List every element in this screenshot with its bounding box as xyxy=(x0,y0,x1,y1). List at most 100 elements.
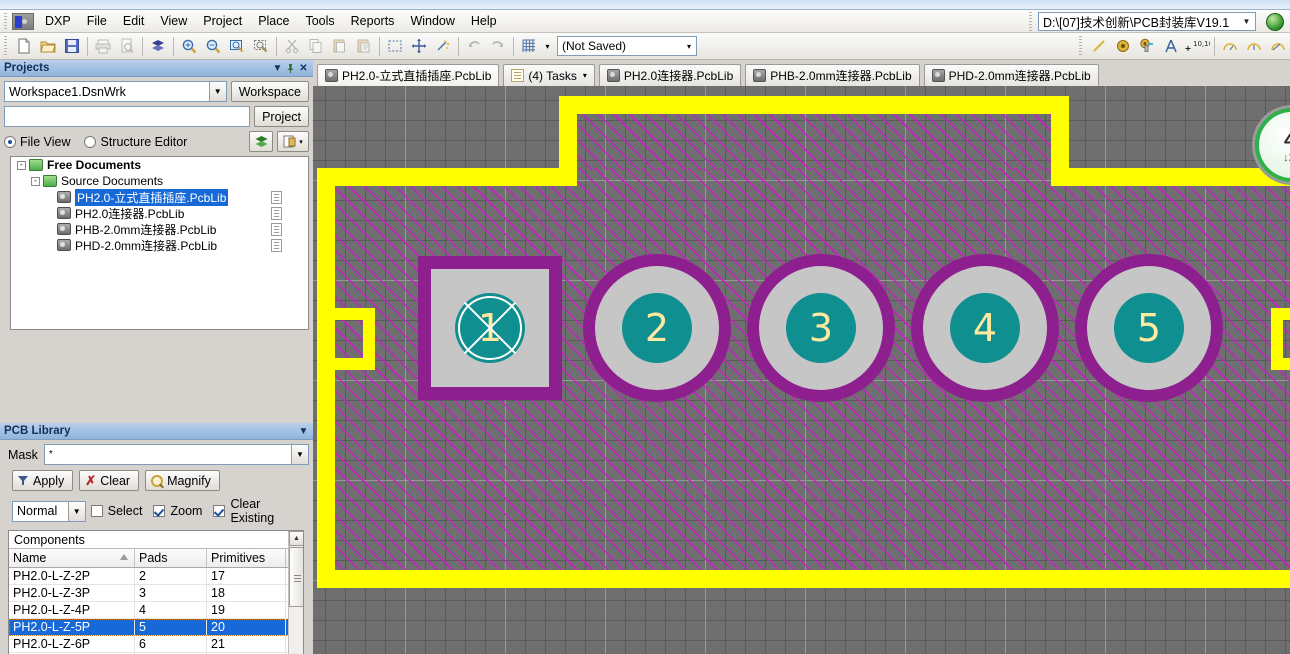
pcb-canvas[interactable]: 1 2 3 4 5 ↓ xyxy=(313,86,1290,654)
chevron-down-icon[interactable]: ▼ xyxy=(1240,17,1253,26)
apply-button[interactable]: Apply xyxy=(12,470,74,491)
save-icon[interactable] xyxy=(60,35,84,58)
pad-3[interactable]: 3 xyxy=(747,254,895,402)
tree-node-ph20-lishi-zhicha-chazuo[interactable]: PH2.0-立式直插插座.PcbLib xyxy=(11,188,308,206)
place-pad-icon[interactable] xyxy=(1111,35,1135,58)
document-selector-combobox[interactable]: (Not Saved) ▾ xyxy=(557,36,697,56)
tree-node-ph20-lianjieqi[interactable]: PH2.0连接器.PcbLib xyxy=(11,205,308,221)
place-arc-edge-icon[interactable] xyxy=(1242,35,1266,58)
zoom-in-icon[interactable] xyxy=(177,35,201,58)
scrollbar-thumb[interactable] xyxy=(289,547,303,607)
tab-phd-20mm-lianjieqi[interactable]: PHD-2.0mm连接器.PcbLib xyxy=(923,64,1099,86)
pcblib-icon xyxy=(931,69,945,82)
grid-icon[interactable] xyxy=(517,35,541,58)
scroll-up-button[interactable]: ▲ xyxy=(289,531,303,546)
column-header-pads[interactable]: Pads xyxy=(135,549,207,567)
expander-icon[interactable]: - xyxy=(17,160,26,170)
layers-icon[interactable] xyxy=(146,35,170,58)
project-input[interactable] xyxy=(4,106,251,127)
table-row-selected[interactable]: PH2.0-L-Z-5P 5 20 xyxy=(9,619,303,636)
place-string-icon[interactable] xyxy=(1159,35,1183,58)
tree-node-free-documents[interactable]: - Free Documents xyxy=(11,157,308,173)
menu-window[interactable]: Window xyxy=(402,11,462,32)
draw-toolbar-grip[interactable] xyxy=(1077,36,1085,56)
new-document-icon[interactable] xyxy=(12,35,36,58)
menu-project[interactable]: Project xyxy=(195,11,250,32)
project-reports-icon[interactable]: ▾ xyxy=(277,131,309,152)
column-header-primitives[interactable]: Primitives xyxy=(207,549,286,567)
tab-ph20-lianjieqi[interactable]: PH2.0连接器.PcbLib xyxy=(598,64,742,86)
clear-button[interactable]: ✗ Clear xyxy=(79,470,140,491)
path-toolbar-grip[interactable] xyxy=(1027,12,1034,31)
panel-menu-icon[interactable]: ▼ xyxy=(297,425,310,438)
pad-5[interactable]: 5 xyxy=(1075,254,1223,402)
chevron-down-icon[interactable]: ▼ xyxy=(291,445,308,464)
menu-tools[interactable]: Tools xyxy=(297,11,342,32)
place-coordinate-icon[interactable]: 10,10 xyxy=(1183,35,1211,58)
zoom-out-icon[interactable] xyxy=(201,35,225,58)
menu-edit[interactable]: Edit xyxy=(115,11,153,32)
select-area-icon[interactable] xyxy=(383,35,407,58)
menu-drag-grip[interactable] xyxy=(2,12,9,30)
table-row[interactable]: PH2.0-L-Z-2P 2 17 xyxy=(9,568,303,585)
tab-tasks[interactable]: (4) Tasks ▾ xyxy=(503,64,595,86)
pad-2[interactable]: 2 xyxy=(583,254,731,402)
grid-dropdown-icon[interactable]: ▾ xyxy=(541,35,554,58)
workspace-button[interactable]: Workspace xyxy=(230,81,309,102)
structure-editor-radio[interactable] xyxy=(84,135,97,148)
project-button[interactable]: Project xyxy=(254,106,309,127)
place-via-icon[interactable] xyxy=(1135,35,1159,58)
magnify-button[interactable]: Magnify xyxy=(145,470,220,491)
table-row[interactable]: PH2.0-L-Z-3P 3 18 xyxy=(9,585,303,602)
open-folder-icon[interactable] xyxy=(36,35,60,58)
toolbar-grip[interactable] xyxy=(2,36,10,56)
tab-phb-20mm-lianjieqi[interactable]: PHB-2.0mm连接器.PcbLib xyxy=(745,64,920,86)
toolbar-separator xyxy=(379,36,380,56)
close-icon[interactable]: ✕ xyxy=(297,62,310,75)
mask-combobox[interactable]: * ▼ xyxy=(43,444,309,465)
pad-1[interactable]: 1 xyxy=(418,256,562,400)
chevron-down-icon[interactable]: ▼ xyxy=(208,82,226,101)
chevron-down-icon[interactable]: ▾ xyxy=(682,42,696,51)
tree-node-source-documents[interactable]: - Source Documents xyxy=(11,173,308,189)
tree-node-phd-20mm-lianjieqi[interactable]: PHD-2.0mm连接器.PcbLib xyxy=(11,237,308,253)
chevron-down-icon[interactable]: ▼ xyxy=(67,501,85,521)
mask-value: * xyxy=(48,449,53,460)
components-scrollbar[interactable]: ▲ ▼ xyxy=(288,531,303,654)
table-row[interactable]: PH2.0-L-Z-4P 4 19 xyxy=(9,602,303,619)
select-checkbox[interactable] xyxy=(90,505,103,517)
menu-dxp[interactable]: DXP xyxy=(37,11,79,32)
tab-ph20-lishi-zhicha-chazuo[interactable]: PH2.0-立式直插插座.PcbLib xyxy=(317,64,500,86)
place-line-icon[interactable] xyxy=(1087,35,1111,58)
place-arc-center-icon[interactable] xyxy=(1218,35,1242,58)
zoom-selected-icon[interactable] xyxy=(249,35,273,58)
clear-existing-checkbox[interactable] xyxy=(213,505,226,517)
dxp-logo-icon xyxy=(12,12,34,30)
project-options-icon[interactable] xyxy=(249,131,273,152)
expander-icon[interactable]: - xyxy=(31,176,40,186)
menu-file[interactable]: File xyxy=(79,11,115,32)
zoom-area-icon[interactable] xyxy=(225,35,249,58)
components-grid[interactable]: Components Name Pads Primitives PH2.0-L-… xyxy=(8,530,304,654)
globe-icon[interactable] xyxy=(1266,13,1284,31)
menu-reports[interactable]: Reports xyxy=(343,11,403,32)
menu-view[interactable]: View xyxy=(152,11,195,32)
chevron-down-icon[interactable]: ▾ xyxy=(583,71,587,80)
place-arc-any-icon[interactable] xyxy=(1266,35,1290,58)
pin-icon[interactable] xyxy=(284,62,297,75)
highlight-mode-combobox[interactable]: Normal ▼ xyxy=(12,500,86,522)
file-view-radio[interactable] xyxy=(4,135,16,148)
table-row[interactable]: PH2.0-L-Z-6P 6 21 xyxy=(9,636,303,653)
panel-menu-icon[interactable]: ▼ xyxy=(271,62,284,75)
smart-paste-icon[interactable] xyxy=(431,35,455,58)
zoom-checkbox[interactable] xyxy=(153,505,166,517)
workspace-combobox[interactable]: Workspace1.DsnWrk ▼ xyxy=(4,81,227,102)
current-path-combobox[interactable]: D:\[07]技术创新\PCB封装库V19.1 ▼ xyxy=(1038,12,1256,31)
move-icon[interactable] xyxy=(407,35,431,58)
project-tree[interactable]: - Free Documents - Source Documents PH2.… xyxy=(10,156,309,330)
menu-place[interactable]: Place xyxy=(250,11,297,32)
menu-help[interactable]: Help xyxy=(463,11,505,32)
pad-4[interactable]: 4 xyxy=(911,254,1059,402)
tree-node-phb-20mm-lianjieqi[interactable]: PHB-2.0mm连接器.PcbLib xyxy=(11,221,308,237)
column-header-name[interactable]: Name xyxy=(9,549,135,567)
